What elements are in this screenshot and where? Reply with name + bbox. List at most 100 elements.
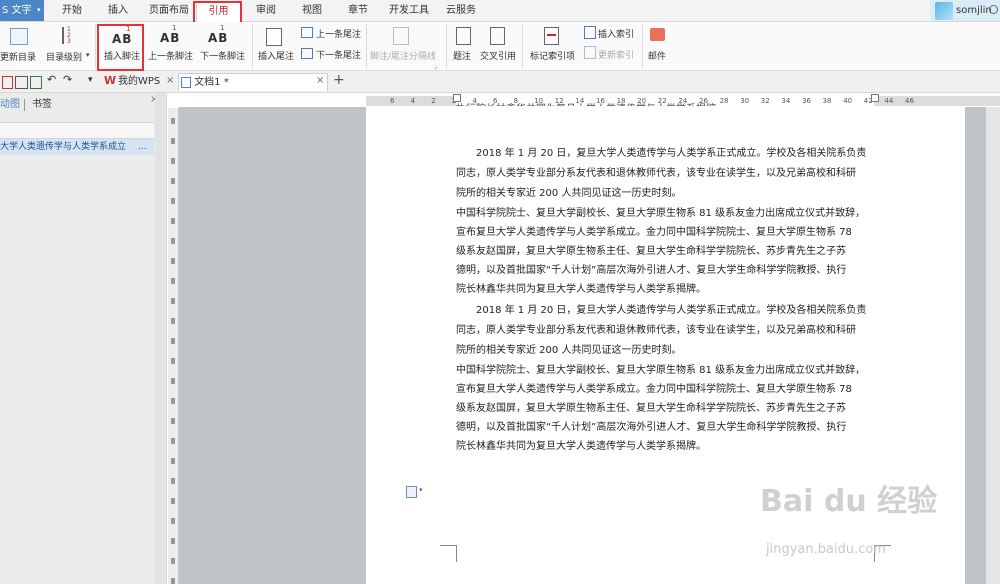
menu-cloud[interactable]: 云服务 xyxy=(438,0,484,21)
insert-footnote-button[interactable]: 插入脚注 xyxy=(104,49,140,62)
update-toc-button[interactable]: 更新目录 xyxy=(0,50,36,63)
ruler-tick xyxy=(171,578,175,584)
text-line: 2018 年 1 月 20 日，复旦大学人类遗传学与人类学系正式成立。学校及各相… xyxy=(476,148,867,159)
text-line: 同志，原人类学专业部分系友代表和退休教师代表，该专业在读学生，以及兄弟高校和科研 xyxy=(456,325,856,336)
avatar[interactable] xyxy=(935,2,953,20)
tab-document[interactable]: 文档1 * xyxy=(178,73,328,91)
update-index-icon xyxy=(584,46,596,59)
document-icon xyxy=(181,76,191,88)
ruler-tick xyxy=(171,258,175,264)
ruler-tick xyxy=(171,558,175,564)
paste-options-icon[interactable] xyxy=(406,486,417,498)
text-line: 德明，以及首批国家“千人计划”高层次海外引进人才、复旦大学生命科学学院教授、执行 xyxy=(456,422,847,433)
ruler-tick xyxy=(171,358,175,364)
divider xyxy=(252,24,253,68)
undo-icon[interactable]: ↶ xyxy=(47,73,56,86)
update-index-button[interactable]: 更新索引 xyxy=(598,48,634,61)
next-endnote-button[interactable]: 下一条尾注 xyxy=(316,48,361,61)
document-scrollbar[interactable] xyxy=(986,107,1000,584)
close-icon[interactable]: × xyxy=(166,75,174,86)
margin-corner-mark xyxy=(440,545,457,562)
ruler-tick xyxy=(171,398,175,404)
ruler-tick-label: 6 xyxy=(390,97,395,105)
ruler-tick xyxy=(171,438,175,444)
chevron-down-icon[interactable]: ▾ xyxy=(88,75,93,85)
ruler-tick xyxy=(171,278,175,284)
watermark-url: jingyan.baidu.com xyxy=(766,542,886,557)
divider xyxy=(95,24,96,68)
ruler-tick-label: 4 xyxy=(410,97,416,105)
insert-endnote-button[interactable]: 插入尾注 xyxy=(258,49,294,62)
new-tab-button[interactable]: + xyxy=(333,72,345,88)
chevron-down-icon[interactable]: ▾ xyxy=(86,51,90,59)
menu-page-layout[interactable]: 页面布局 xyxy=(146,0,192,21)
menu-section[interactable]: 章节 xyxy=(340,0,376,21)
text-line: 院所的相关专家近 200 人共同见证这一历史时刻。 xyxy=(456,188,682,199)
nav-scrollbar[interactable] xyxy=(155,93,165,584)
ruler-tick xyxy=(171,458,175,464)
menu-developer[interactable]: 开发工具 xyxy=(386,0,432,21)
text-line: 院长林鑫华共同为复旦大学人类遗传学与人类学系揭牌。 xyxy=(456,441,706,452)
footnote-separator-button[interactable]: 脚注/尾注分隔线 xyxy=(370,49,436,62)
text-line: 同志，原人类学专业部分系友代表和退休教师代表，该专业在读学生，以及兄弟高校和科研 xyxy=(456,168,856,179)
ruler-tick xyxy=(171,178,175,184)
tab-my-wps[interactable]: 我的WPS xyxy=(118,73,160,91)
menu-insert[interactable]: 插入 xyxy=(100,0,136,21)
nav-heading-item[interactable]: 大学人类遗传学与人类学系成立 xyxy=(0,139,126,155)
username[interactable]: somjlin xyxy=(956,0,992,21)
menu-home[interactable]: 开始 xyxy=(54,0,90,21)
ruler-tick-label: 46 xyxy=(905,97,914,105)
print-preview-icon[interactable] xyxy=(30,76,42,89)
navigation-pane xyxy=(0,93,167,584)
text-line: 2018 年 1 月 20 日，复旦大学人类遗传学与人类学系正式成立。学校及各相… xyxy=(476,305,867,316)
print-icon[interactable] xyxy=(15,76,28,89)
text-line: 院长林鑫华共同为复旦大学人类遗传学与人类学系揭牌。 xyxy=(456,284,706,295)
prev-footnote-icon: AB xyxy=(160,31,181,45)
ruler-tick-label: 44 xyxy=(884,97,894,105)
nav-tab-outline[interactable]: 动图 xyxy=(0,96,20,114)
ruler-tick xyxy=(171,498,175,504)
mail-button[interactable]: 邮件 xyxy=(648,49,666,62)
text-line: 院所的相关专家近 200 人共同见证这一历史时刻。 xyxy=(456,345,682,356)
toc-level-icon: 123 xyxy=(62,27,78,45)
dialog-launcher-icon[interactable]: ⌟ xyxy=(434,62,437,70)
chevron-down-icon[interactable]: ▾ xyxy=(37,6,41,14)
menu-review[interactable]: 审阅 xyxy=(248,0,284,21)
ruler-tick xyxy=(171,518,175,524)
text-line: 中国科学院院士、复旦大学副校长、复旦大学原生物系 81 级系友金力出席成立仪式并… xyxy=(456,208,866,219)
next-footnote-button[interactable]: 下一条脚注 xyxy=(200,49,245,62)
prev-footnote-button[interactable]: 上一条脚注 xyxy=(148,49,193,62)
user-settings-icon[interactable] xyxy=(989,5,998,14)
insert-index-button[interactable]: 插入索引 xyxy=(598,27,634,40)
ruler-tick xyxy=(171,538,175,544)
prev-endnote-icon xyxy=(301,27,313,38)
pdf-export-icon[interactable] xyxy=(2,76,13,89)
ruler-tick xyxy=(171,298,175,304)
footnote-separator-icon xyxy=(393,27,409,45)
mark-index-button[interactable]: 标记索引项 xyxy=(530,49,575,62)
toc-level-button[interactable]: 目录级别 xyxy=(46,50,82,63)
caption-button[interactable]: 题注 xyxy=(453,49,471,62)
menu-view[interactable]: 视图 xyxy=(294,0,330,21)
cross-reference-icon xyxy=(490,27,505,45)
cross-reference-button[interactable]: 交叉引用 xyxy=(480,49,516,62)
nav-tab-bookmark[interactable]: 书签 xyxy=(32,96,52,114)
insert-footnote-icon: AB xyxy=(112,32,133,46)
text-line: 级系友赵国屏，复旦大学原生物系主任、复旦大学生命科学学院院长、苏步青先生之子苏 xyxy=(456,246,846,257)
text-line: 中国科学院院士、复旦大学副校长、复旦大学原生物系 81 级系友金力出席成立仪式并… xyxy=(456,365,866,376)
divider xyxy=(642,24,643,68)
redo-icon[interactable]: ↷ xyxy=(63,73,72,86)
more-icon[interactable]: ... xyxy=(138,139,147,155)
prev-endnote-button[interactable]: 上一条尾注 xyxy=(316,27,361,40)
text-line: 宣布复旦大学人类遗传学与人类学系成立。金力同中国科学院院士、复旦大学原生物系 7… xyxy=(456,227,852,238)
paragraph-block: 2018 年 1 月 20 日，复旦大学人类遗传学与人类学系正式成立。学校及各相… xyxy=(456,301,886,456)
next-footnote-icon: AB xyxy=(208,31,229,45)
chevron-down-icon[interactable]: ▾ xyxy=(419,486,423,494)
divider xyxy=(24,99,25,111)
nav-search-box[interactable] xyxy=(0,122,154,139)
ruler-tick xyxy=(171,418,175,424)
text-line: 宣布复旦大学人类遗传学与人类学系成立。金力同中国科学院院士、复旦大学原生物系 7… xyxy=(456,384,852,395)
ruler-tick-label: 2 xyxy=(431,97,436,105)
close-icon[interactable]: × xyxy=(316,75,324,86)
mail-icon xyxy=(650,28,665,41)
